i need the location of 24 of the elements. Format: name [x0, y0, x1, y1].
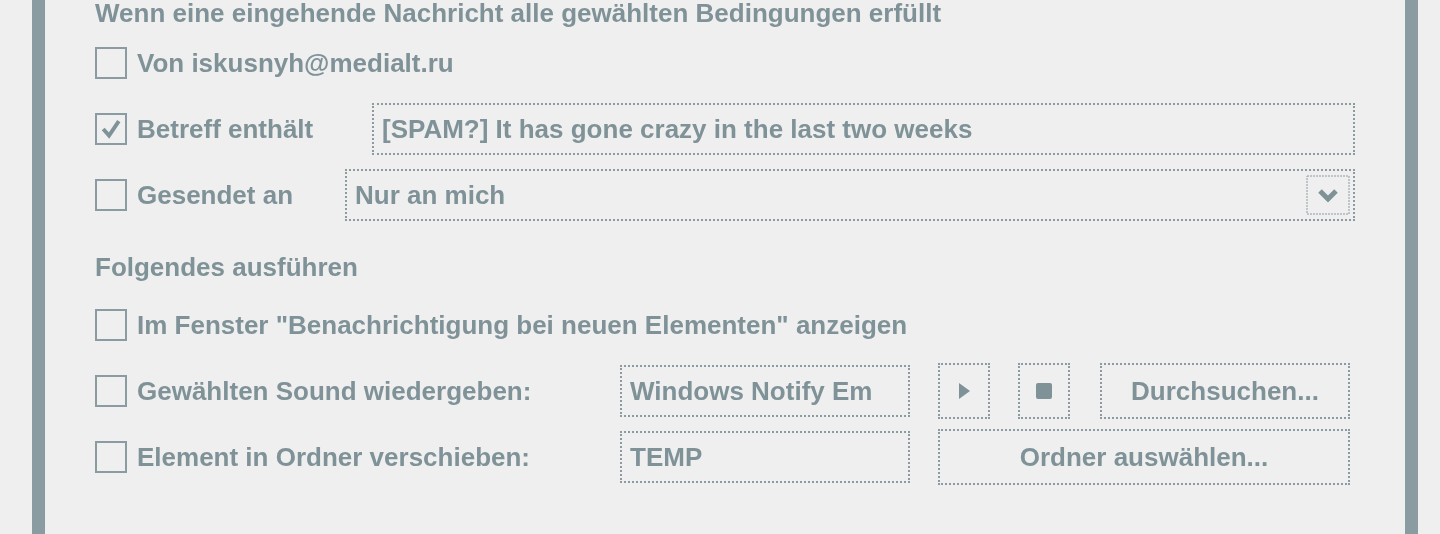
- checkbox-label: Im Fenster "Benachrichtigung bei neuen Elementen" anzeigen: [137, 309, 908, 341]
- checkbox-label: Gewählten Sound wiedergeben:: [137, 375, 533, 407]
- play-button[interactable]: [938, 363, 990, 419]
- chevron-down-icon: [1306, 175, 1350, 215]
- checkbox[interactable]: [95, 375, 127, 407]
- checkbox-label: Gesendet an: [137, 179, 295, 211]
- text-field[interactable]: [SPAM?] It has gone crazy in the last two weeks: [372, 103, 1355, 155]
- stop-icon: [1034, 381, 1054, 401]
- dropdown[interactable]: Nur an mich: [345, 169, 1355, 221]
- checkbox[interactable]: [95, 309, 127, 341]
- choose-folder-button[interactable]: Ordner auswählen...: [938, 429, 1350, 485]
- folder-field[interactable]: TEMP: [620, 431, 910, 483]
- sound-field[interactable]: Windows Notify Em: [620, 365, 910, 417]
- checkbox[interactable]: [95, 441, 127, 473]
- checkbox[interactable]: [95, 113, 127, 145]
- checkbox-label: Betreff enthält: [137, 113, 315, 145]
- section-heading: Folgendes ausführen: [95, 251, 359, 284]
- checkbox-label: Von iskusnyh@medialt.ru: [137, 47, 454, 79]
- stop-button[interactable]: [1018, 363, 1070, 419]
- section-heading: Wenn eine eingehende Nachricht alle gewählten Bedingungen erfüllt: [95, 0, 943, 30]
- checkbox[interactable]: [95, 179, 127, 211]
- checkbox[interactable]: [95, 47, 127, 79]
- browse-button[interactable]: Durchsuchen...: [1100, 363, 1350, 419]
- checkbox-label: Element in Ordner verschieben:: [137, 441, 531, 473]
